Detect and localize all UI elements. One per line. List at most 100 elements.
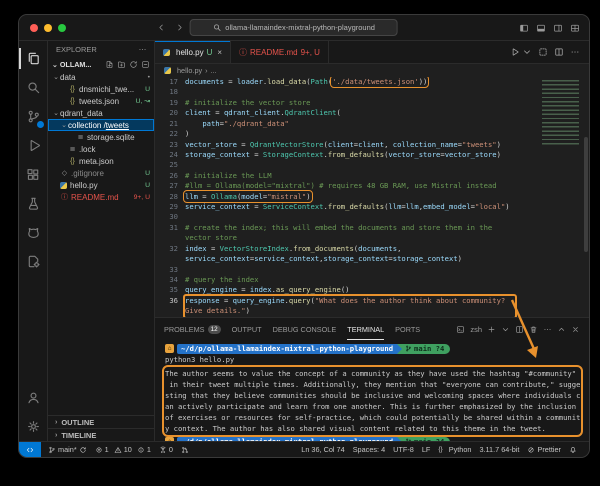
indentation-item[interactable]: Spaces: 4 xyxy=(353,445,385,454)
code-line-36: 36response = query_engine.query("What do… xyxy=(155,296,589,306)
tree-item-qdrant-data[interactable]: ⌄qdrant_data xyxy=(48,107,154,119)
tree-item-meta.json[interactable]: {}meta.json xyxy=(48,155,154,167)
minimize-window-button[interactable] xyxy=(44,24,52,32)
line-text: path="./qdrant_data" xyxy=(185,119,289,129)
tree-item-.gitignore[interactable]: ◇.gitignoreU xyxy=(48,167,154,179)
new-folder-icon[interactable] xyxy=(117,60,126,69)
panel-tab-debug-console[interactable]: DEBUG CONSOLE xyxy=(273,318,337,340)
cursor-position-item[interactable]: Ln 36, Col 74 xyxy=(301,445,344,454)
code-line-31: 31# create the index; this will embed th… xyxy=(155,223,589,233)
tree-item-readme.md[interactable]: ⓘREADME.md9+, U xyxy=(48,191,154,203)
maximize-panel-icon[interactable] xyxy=(557,325,566,334)
toggle-secondary-sidebar-icon[interactable] xyxy=(553,23,563,33)
panel-tab-ports[interactable]: PORTS xyxy=(395,318,420,340)
line-text: ) xyxy=(185,129,189,139)
run-decorations-icon[interactable] xyxy=(538,47,548,57)
line-text: #llm = Ollama(model="mixtral") # require… xyxy=(185,181,497,191)
tab-readme.md[interactable]: ⓘREADME.md9+, U xyxy=(231,41,329,63)
forward-icon[interactable] xyxy=(175,23,184,32)
activity-testing-icon[interactable] xyxy=(19,189,47,218)
collapse-folders-icon[interactable] xyxy=(141,60,150,69)
git-status-badge: 9+, U xyxy=(134,194,150,201)
encoding-item[interactable]: UTF-8 xyxy=(393,445,414,454)
close-window-button[interactable] xyxy=(30,24,38,32)
breadcrumb-more[interactable]: ... xyxy=(211,66,217,75)
tree-item-storage.sqlite[interactable]: ≣storage.sqlite xyxy=(48,131,154,143)
panel-tab-terminal[interactable]: TERMINAL xyxy=(347,318,384,340)
new-file-icon[interactable] xyxy=(105,60,114,69)
tree-item-data[interactable]: ⌄data• xyxy=(48,71,154,83)
new-terminal-icon[interactable] xyxy=(487,325,496,334)
remote-indicator[interactable] xyxy=(19,442,41,457)
run-python-file-icon[interactable] xyxy=(510,47,520,57)
terminal[interactable]: ⌂~/d/p/ollama-llamaindex-mixtral-python-… xyxy=(155,340,589,441)
command-center-search[interactable]: ollama-llamaindex-mixtral-python-playgro… xyxy=(190,19,398,36)
tree-item-label: meta.json xyxy=(79,157,114,166)
tab-git-badge: U xyxy=(207,48,213,57)
problems-item[interactable]: 1 10 1 xyxy=(95,445,151,454)
activity-search-icon[interactable] xyxy=(19,73,47,102)
run-dropdown-icon[interactable] xyxy=(522,47,532,57)
language-mode-item[interactable]: {} Python xyxy=(438,445,471,454)
outline-section[interactable]: › OUTLINE xyxy=(48,415,154,428)
activity-explorer-icon[interactable] xyxy=(19,44,47,73)
code-line-34: 34# query the index xyxy=(155,275,589,285)
pull-request-item[interactable] xyxy=(181,446,189,454)
code-line-21: 21 path="./qdrant_data" xyxy=(155,119,589,129)
activity-run-debug-icon[interactable] xyxy=(19,131,47,160)
timeline-section[interactable]: › TIMELINE xyxy=(48,428,154,441)
remote-icon xyxy=(26,446,34,454)
activity-bar xyxy=(19,41,48,441)
activity-github-icon[interactable] xyxy=(19,218,47,247)
tree-item-tweets[interactable]: ⌄collection / tweets xyxy=(48,119,154,131)
line-number xyxy=(155,254,185,264)
activity-settings-icon[interactable] xyxy=(19,412,47,441)
activity-extensions-icon[interactable] xyxy=(19,160,47,189)
tree-item-.lock[interactable]: ≣.lock xyxy=(48,143,154,155)
panel-more-icon[interactable] xyxy=(543,325,552,334)
activity-accounts-icon[interactable] xyxy=(19,383,47,412)
maximize-window-button[interactable] xyxy=(58,24,66,32)
toggle-sidebar-icon[interactable] xyxy=(519,23,529,33)
breadcrumb-file[interactable]: hello.py xyxy=(177,66,202,75)
editor-scrollbar[interactable] xyxy=(584,137,588,252)
formatter-item[interactable]: Prettier xyxy=(527,445,561,454)
panel-tab-output[interactable]: OUTPUT xyxy=(232,318,262,340)
line-number: 30 xyxy=(155,212,185,222)
customize-layout-icon[interactable] xyxy=(570,23,580,33)
tree-item-hello.py[interactable]: hello.pyU xyxy=(48,179,154,191)
explorer-more-icon[interactable] xyxy=(138,45,147,54)
shell-label[interactable]: zsh xyxy=(470,325,482,334)
tab-hello.py[interactable]: hello.pyU× xyxy=(155,41,231,63)
terminal-dropdown-icon[interactable] xyxy=(501,325,510,334)
timeline-label: TIMELINE xyxy=(61,431,96,440)
code-editor[interactable]: 17documents = loader.load_data(Path('./d… xyxy=(155,77,589,317)
ports-item[interactable]: 0 xyxy=(159,445,173,454)
split-editor-icon[interactable] xyxy=(554,47,564,57)
tree-item-tweets.json[interactable]: {}tweets.jsonU, ↝ xyxy=(48,95,154,107)
notifications-bell-icon[interactable] xyxy=(569,446,577,454)
activity-source-control-icon[interactable] xyxy=(19,102,47,131)
activity-remote-explorer-icon[interactable] xyxy=(19,247,47,276)
tree-item-label: tweets.json xyxy=(79,97,119,106)
workspace-root-row[interactable]: ⌄ OLLAM... xyxy=(48,58,154,71)
line-number: 26 xyxy=(155,171,185,181)
file-icon: ≣ xyxy=(68,145,77,153)
panel-tab-problems[interactable]: PROBLEMS12 xyxy=(164,318,221,340)
minimap[interactable] xyxy=(542,80,579,147)
split-terminal-icon[interactable] xyxy=(515,325,524,334)
line-number: 22 xyxy=(155,129,185,139)
code-line-20: 20client = qdrant_client.QdrantClient( xyxy=(155,108,589,118)
toggle-panel-icon[interactable] xyxy=(536,23,546,33)
close-tab-icon[interactable]: × xyxy=(217,48,222,57)
editor-more-actions-icon[interactable] xyxy=(570,47,580,57)
eol-item[interactable]: LF xyxy=(422,445,431,454)
python-interpreter-item[interactable]: 3.11.7 64-bit xyxy=(479,445,519,454)
git-branch-item[interactable]: main* xyxy=(48,445,87,454)
tree-item-dnsmichi-twe...[interactable]: {}dnsmichi_twe...U xyxy=(48,83,154,95)
refresh-explorer-icon[interactable] xyxy=(129,60,138,69)
close-panel-icon[interactable] xyxy=(571,325,580,334)
back-icon[interactable] xyxy=(157,23,166,32)
line-text: service_context=service_context,storage_… xyxy=(185,254,462,264)
kill-terminal-icon[interactable] xyxy=(529,325,538,334)
